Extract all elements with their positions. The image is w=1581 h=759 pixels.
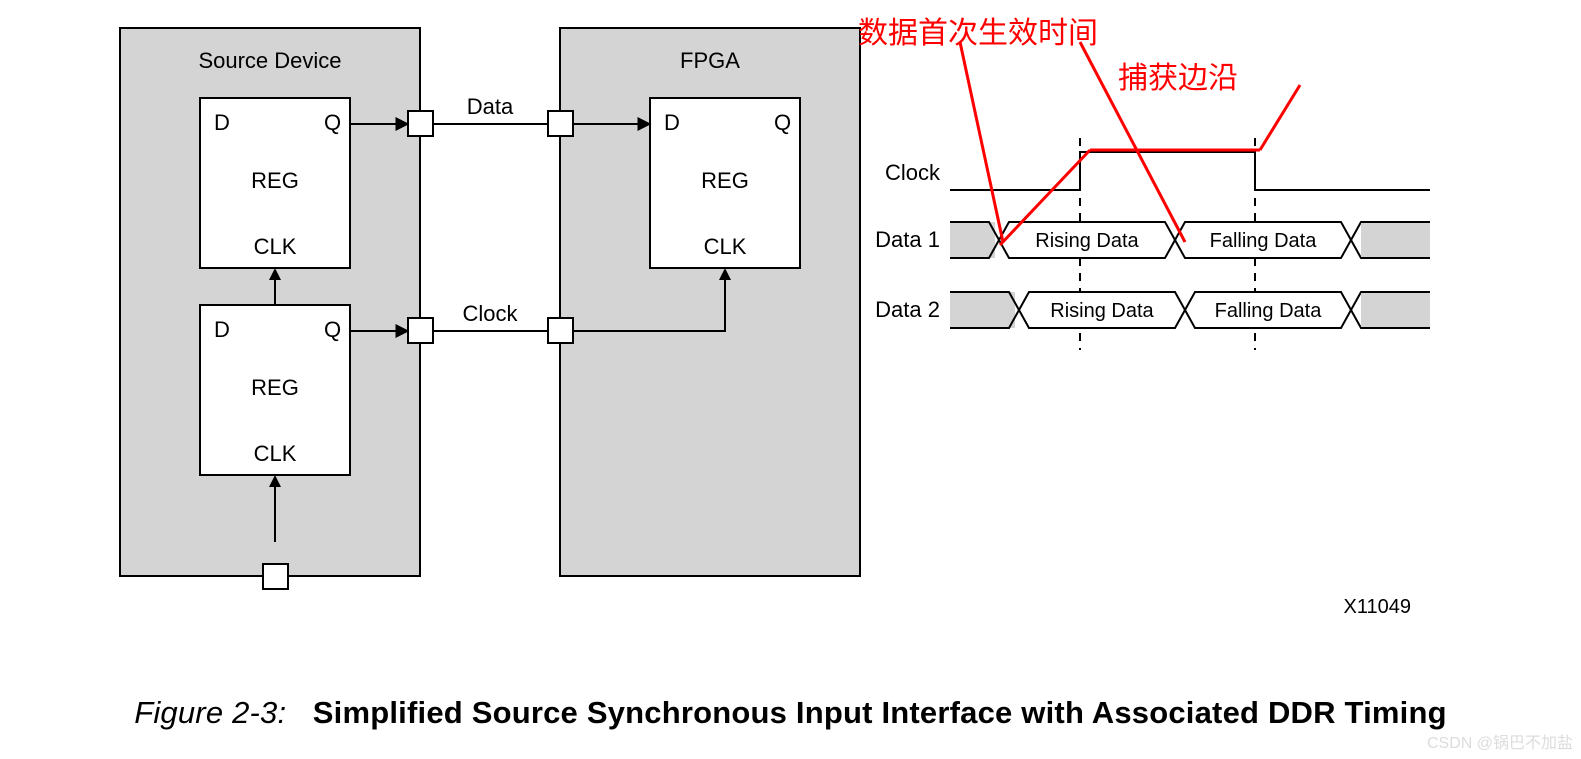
data-wire-label: Data: [467, 94, 514, 119]
watermark: CSDN @锅巴不加盐: [1427, 729, 1573, 753]
svg-text:CLK: CLK: [254, 441, 297, 466]
annotation-capture-edge: 捕获边沿: [1118, 53, 1238, 97]
clock-row-label: Clock: [885, 160, 941, 185]
block-diagram: Source Device FPGA D Q REG CLK D Q REG C…: [30, 10, 890, 610]
svg-text:Rising Data: Rising Data: [1050, 300, 1154, 322]
figure-caption: Figure 2-3: Simplified Source Synchronou…: [0, 695, 1581, 731]
timing-diagram: Clock Data 1 Data 2 Rising Data Falling …: [870, 120, 1430, 400]
svg-text:Q: Q: [774, 110, 791, 135]
svg-text:Q: Q: [324, 317, 341, 342]
port-source-clkin: [263, 564, 288, 589]
svg-text:REG: REG: [251, 375, 299, 400]
data2-waveform: Rising Data Falling Data: [950, 292, 1430, 328]
figure-xref: X11049: [1344, 596, 1411, 619]
fpga-title: FPGA: [680, 48, 740, 73]
port-source-clock: [408, 318, 433, 343]
port-source-data: [408, 111, 433, 136]
data2-row-label: Data 2: [875, 297, 940, 322]
port-fpga-clock: [548, 318, 573, 343]
svg-text:Rising Data: Rising Data: [1035, 230, 1139, 252]
caption-title: Simplified Source Synchronous Input Inte…: [313, 695, 1447, 730]
svg-text:CLK: CLK: [704, 234, 747, 259]
fpga-reg: D Q REG CLK: [650, 98, 800, 268]
svg-text:CLK: CLK: [254, 234, 297, 259]
svg-text:REG: REG: [251, 168, 299, 193]
source-device-title: Source Device: [198, 48, 341, 73]
svg-text:Falling Data: Falling Data: [1210, 230, 1318, 252]
svg-text:D: D: [214, 317, 230, 342]
svg-text:D: D: [214, 110, 230, 135]
svg-text:REG: REG: [701, 168, 749, 193]
port-fpga-data: [548, 111, 573, 136]
svg-text:D: D: [664, 110, 680, 135]
caption-prefix: Figure 2-3:: [134, 695, 286, 730]
data1-waveform: Rising Data Falling Data: [950, 222, 1430, 258]
annotation-valid-time: 数据首次生效时间: [858, 8, 1098, 52]
svg-text:Q: Q: [324, 110, 341, 135]
svg-text:Falling Data: Falling Data: [1215, 300, 1323, 322]
data1-row-label: Data 1: [875, 227, 940, 252]
clock-wire-label: Clock: [462, 301, 518, 326]
clock-waveform: [950, 152, 1430, 190]
